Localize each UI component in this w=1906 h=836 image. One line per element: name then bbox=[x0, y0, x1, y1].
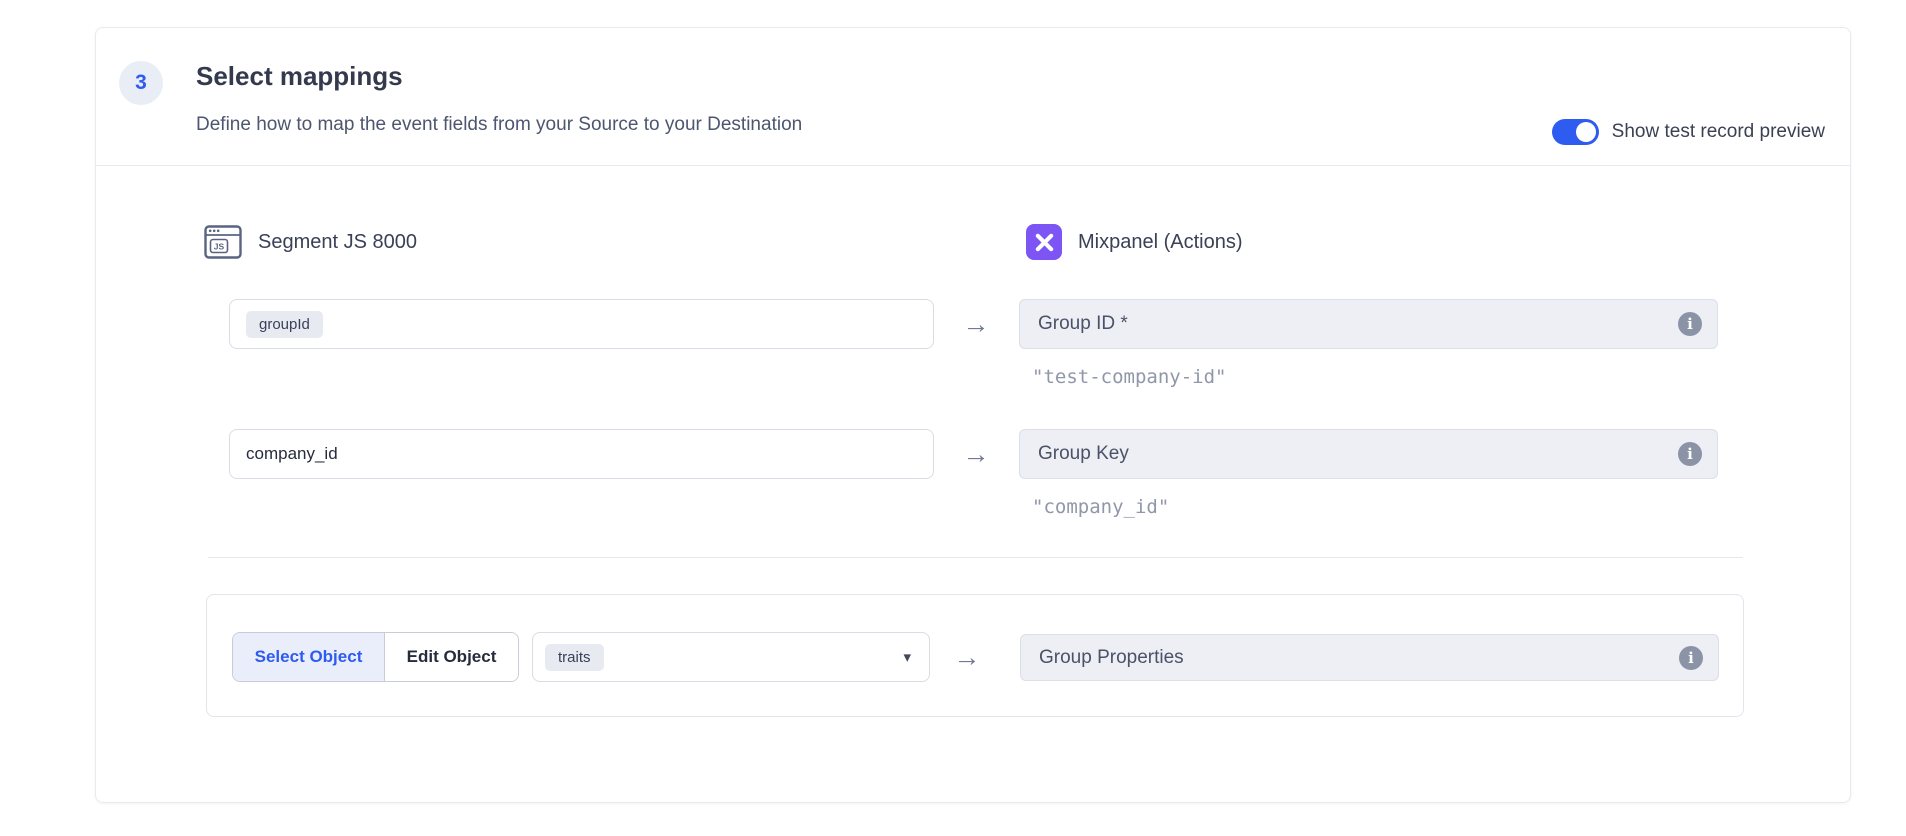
edit-object-button[interactable]: Edit Object bbox=[385, 633, 518, 681]
arrow-right-icon: → bbox=[956, 439, 996, 470]
select-mappings-card: 3 Select mappings Define how to map the … bbox=[95, 27, 1851, 803]
svg-text:JS: JS bbox=[214, 241, 225, 251]
destination-field[interactable]: Group Key i bbox=[1019, 429, 1718, 479]
chevron-down-icon: ▾ bbox=[903, 648, 911, 666]
js-browser-window-icon: JS bbox=[204, 225, 242, 259]
object-mode-button-group: Select Object Edit Object bbox=[232, 632, 519, 682]
section-divider bbox=[208, 557, 1743, 558]
arrow-right-icon: → bbox=[956, 309, 996, 340]
step-number-badge: 3 bbox=[119, 61, 163, 105]
object-mapping-box: Select Object Edit Object traits ▾ → Gro… bbox=[206, 594, 1744, 717]
destination-field-label: Group ID * bbox=[1038, 313, 1128, 335]
object-source-token[interactable]: traits bbox=[545, 644, 604, 671]
destination-field[interactable]: Group Properties i bbox=[1020, 634, 1719, 681]
destination-name: Mixpanel (Actions) bbox=[1078, 231, 1243, 254]
card-header: 3 Select mappings Define how to map the … bbox=[96, 28, 1850, 166]
toggle-knob bbox=[1576, 122, 1596, 142]
test-record-preview-toggle-row: Show test record preview bbox=[1552, 119, 1825, 145]
mixpanel-logo-icon bbox=[1026, 224, 1062, 260]
info-icon[interactable]: i bbox=[1678, 312, 1702, 336]
page-title: Select mappings bbox=[196, 61, 403, 92]
info-icon[interactable]: i bbox=[1679, 646, 1703, 670]
destination-field-label: Group Key bbox=[1038, 443, 1129, 465]
source-field-text-input[interactable] bbox=[246, 444, 917, 464]
source-field-token[interactable]: groupId bbox=[246, 311, 323, 338]
page-subtitle: Define how to map the event fields from … bbox=[196, 114, 802, 136]
destination-field-label: Group Properties bbox=[1039, 647, 1184, 669]
source-column-header: JS Segment JS 8000 bbox=[204, 225, 417, 259]
destination-column-header: Mixpanel (Actions) bbox=[1026, 224, 1243, 260]
test-record-preview-value: "company_id" bbox=[1032, 496, 1169, 518]
info-icon[interactable]: i bbox=[1678, 442, 1702, 466]
source-field-input[interactable] bbox=[229, 429, 934, 479]
arrow-right-icon: → bbox=[947, 642, 987, 673]
source-field-input[interactable]: groupId bbox=[229, 299, 934, 349]
show-test-record-preview-toggle[interactable] bbox=[1552, 119, 1599, 145]
destination-field[interactable]: Group ID * i bbox=[1019, 299, 1718, 349]
source-name: Segment JS 8000 bbox=[258, 231, 417, 254]
toggle-label: Show test record preview bbox=[1612, 121, 1825, 143]
object-source-dropdown[interactable]: traits ▾ bbox=[532, 632, 930, 682]
select-object-button[interactable]: Select Object bbox=[233, 633, 385, 681]
test-record-preview-value: "test-company-id" bbox=[1032, 366, 1226, 388]
